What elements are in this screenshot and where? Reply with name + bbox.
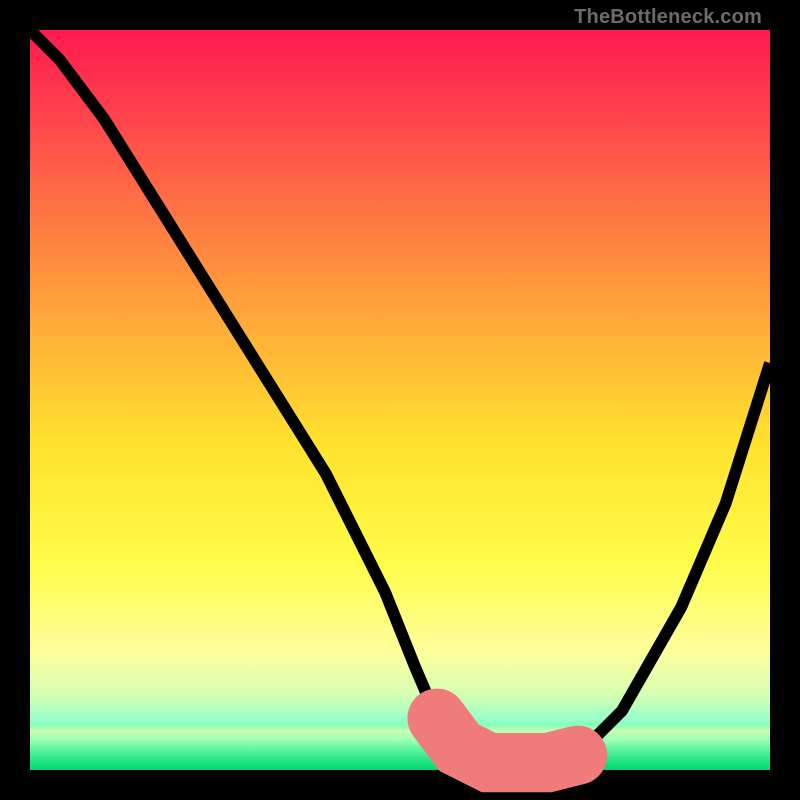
- chart-frame: TheBottleneck.com: [0, 0, 800, 800]
- watermark-text: TheBottleneck.com: [574, 6, 762, 29]
- flat-region-dot: [430, 712, 443, 725]
- flat-region-dot: [512, 756, 525, 769]
- flat-region-line: [437, 718, 578, 762]
- bottleneck-curve-line: [30, 30, 770, 763]
- flat-region-dot: [571, 749, 584, 762]
- flat-region-dot: [453, 741, 466, 754]
- flat-region-dot: [482, 756, 495, 769]
- flat-region-dot: [541, 756, 554, 769]
- chart-svg: [30, 30, 770, 770]
